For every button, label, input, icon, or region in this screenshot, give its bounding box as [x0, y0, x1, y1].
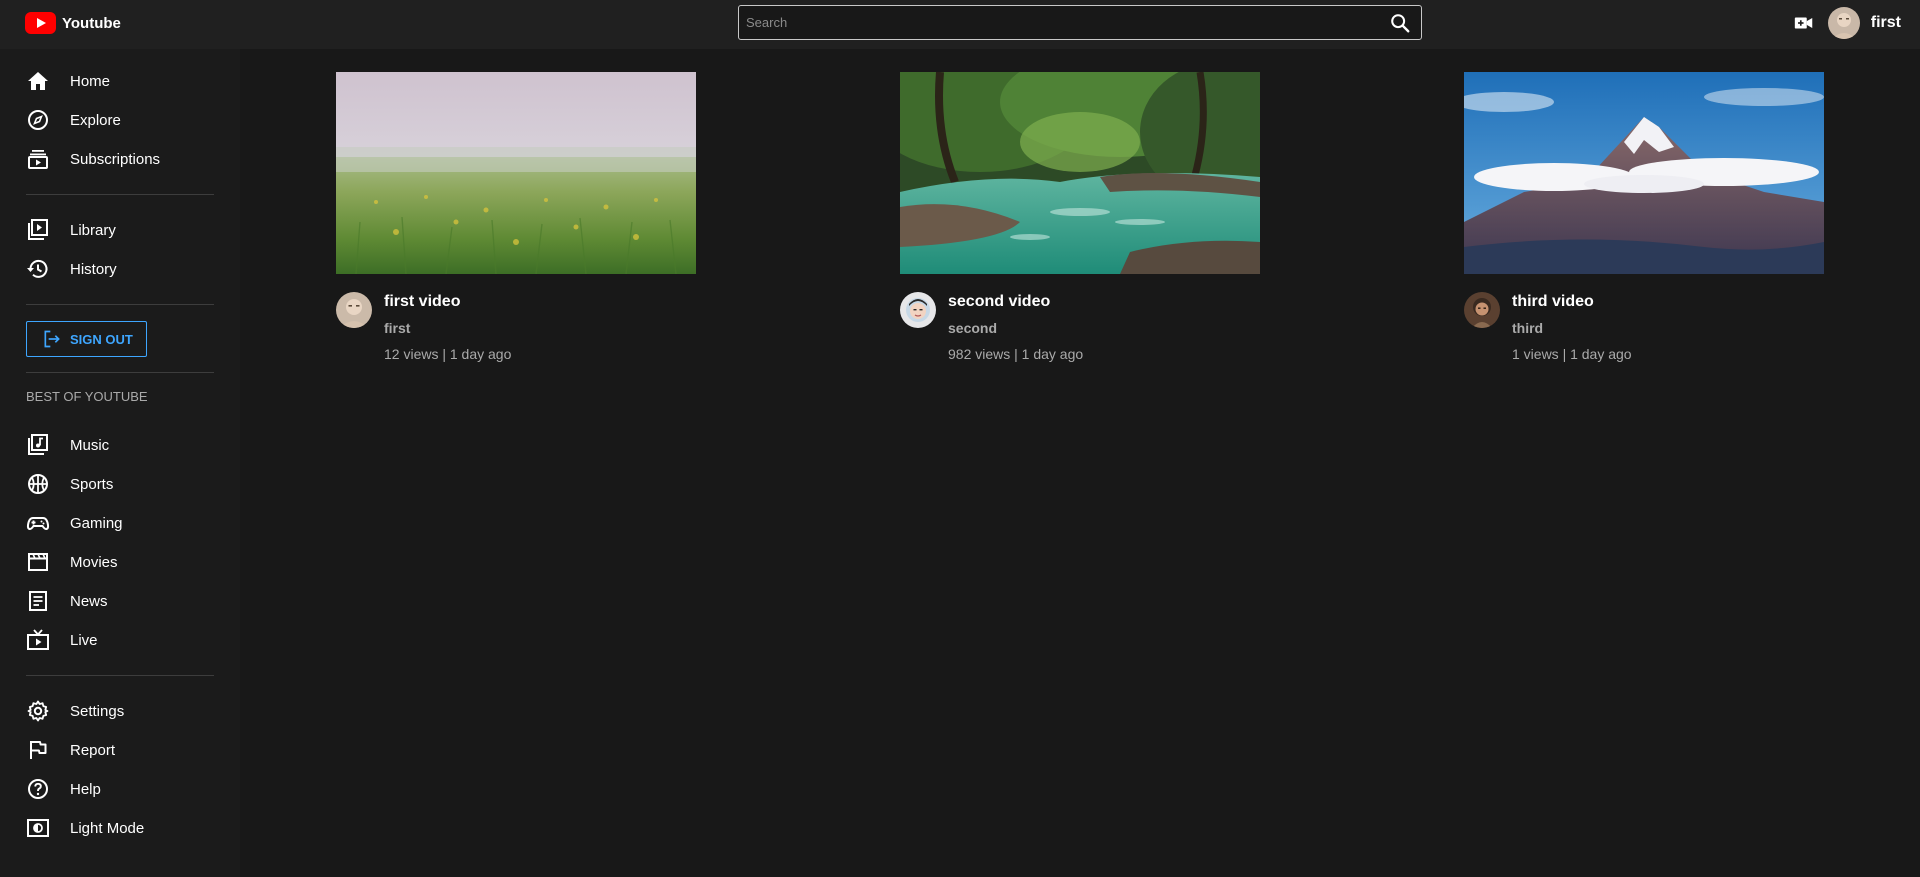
sidebar-item-label: Library: [70, 221, 116, 239]
sidebar-item-settings[interactable]: Settings: [26, 696, 216, 726]
library-icon: [28, 219, 48, 240]
sidebar-item-help[interactable]: Help: [26, 774, 216, 804]
sidebar-item-label: Subscriptions: [70, 150, 161, 168]
mountain-thumbnail[interactable]: [1464, 72, 1824, 274]
sidebar-divider: [26, 304, 214, 305]
channel-avatar[interactable]: [900, 292, 936, 328]
search-icon[interactable]: [1389, 12, 1411, 34]
gear-icon: [27, 700, 49, 722]
youtube-logo-icon: [25, 12, 56, 34]
channel-name[interactable]: first: [384, 320, 410, 336]
channel-name[interactable]: second: [948, 320, 997, 336]
sidebar-divider: [26, 372, 214, 373]
sidebar-item-label: Light Mode: [70, 819, 145, 837]
create-video-icon[interactable]: [1793, 12, 1815, 34]
search-bar: [738, 5, 1422, 40]
sidebar-item-history[interactable]: History: [26, 254, 216, 284]
news-icon: [29, 591, 47, 611]
video-card[interactable]: third video third 1 views | 1 day ago: [1464, 72, 1824, 372]
video-stats: 1 views | 1 day ago: [1512, 346, 1632, 362]
sidebar-item-subscriptions[interactable]: Subscriptions: [26, 144, 216, 174]
sign-out-label: SIGN OUT: [70, 331, 133, 347]
river-thumbnail[interactable]: [900, 72, 1260, 274]
video-meta: second video second 982 views | 1 day ag…: [900, 292, 1260, 372]
sidebar-item-report[interactable]: Report: [26, 735, 216, 765]
home-icon: [28, 72, 48, 90]
sidebar: Home Explore Subscriptions Library Histo…: [0, 49, 240, 877]
sidebar-divider: [26, 675, 214, 676]
history-icon: [27, 259, 48, 278]
sidebar-item-gaming[interactable]: Gaming: [26, 508, 216, 538]
sidebar-item-home[interactable]: Home: [26, 66, 216, 96]
sign-out-icon: [44, 330, 60, 348]
gaming-icon: [26, 517, 50, 531]
sports-icon: [28, 474, 48, 494]
sidebar-item-label: Home: [70, 72, 111, 90]
sidebar-item-label: Movies: [70, 553, 118, 571]
youtube-logo[interactable]: Youtube: [25, 12, 121, 34]
sidebar-item-label: Music: [70, 436, 110, 454]
sidebar-divider: [26, 194, 214, 195]
user-name[interactable]: first: [1871, 14, 1901, 32]
sidebar-item-label: News: [70, 592, 108, 610]
user-avatar[interactable]: [1827, 7, 1860, 39]
sidebar-item-label: History: [70, 260, 117, 278]
sidebar-item-label: Settings: [70, 702, 125, 720]
sidebar-item-movies[interactable]: Movies: [26, 547, 216, 577]
meadow-thumbnail[interactable]: [336, 72, 696, 274]
light-mode-icon: [27, 819, 49, 837]
video-meta: third video third 1 views | 1 day ago: [1464, 292, 1824, 372]
channel-name[interactable]: third: [1512, 320, 1543, 336]
channel-avatar[interactable]: [1464, 292, 1500, 328]
music-icon: [28, 434, 48, 455]
section-title-best-of-youtube: BEST OF YOUTUBE: [26, 389, 148, 404]
video-stats: 982 views | 1 day ago: [948, 346, 1084, 362]
movies-icon: [28, 553, 48, 571]
sidebar-item-label: Report: [70, 741, 116, 759]
top-bar: Youtube first: [0, 0, 1920, 49]
sidebar-item-label: Sports: [70, 475, 114, 493]
search-input[interactable]: [739, 6, 1379, 39]
video-title[interactable]: first video: [384, 293, 460, 311]
flag-icon: [30, 741, 47, 759]
sidebar-item-live[interactable]: Live: [26, 625, 216, 655]
channel-avatar[interactable]: [336, 292, 372, 328]
sidebar-item-explore[interactable]: Explore: [26, 105, 216, 135]
video-title[interactable]: third video: [1512, 293, 1594, 311]
live-icon: [27, 629, 49, 650]
sidebar-item-light-mode[interactable]: Light Mode: [26, 813, 216, 843]
compass-icon: [28, 110, 48, 130]
sidebar-item-label: Help: [70, 780, 101, 798]
app-name: Youtube: [62, 14, 121, 32]
video-meta: first video first 12 views | 1 day ago: [336, 292, 696, 372]
sidebar-item-label: Explore: [70, 111, 121, 129]
sidebar-item-library[interactable]: Library: [26, 215, 216, 245]
subscriptions-icon: [28, 150, 48, 169]
video-card[interactable]: second video second 982 views | 1 day ag…: [900, 72, 1260, 372]
video-title[interactable]: second video: [948, 293, 1050, 311]
sidebar-item-sports[interactable]: Sports: [26, 469, 216, 499]
sign-out-button[interactable]: SIGN OUT: [26, 321, 147, 357]
video-card[interactable]: first video first 12 views | 1 day ago: [336, 72, 696, 372]
sidebar-item-label: Gaming: [70, 514, 123, 532]
help-icon: [28, 779, 48, 799]
sidebar-item-label: Live: [70, 631, 98, 649]
sidebar-item-music[interactable]: Music: [26, 430, 216, 460]
sidebar-item-news[interactable]: News: [26, 586, 216, 616]
header-actions: first: [1793, 6, 1901, 40]
video-stats: 12 views | 1 day ago: [384, 346, 512, 362]
